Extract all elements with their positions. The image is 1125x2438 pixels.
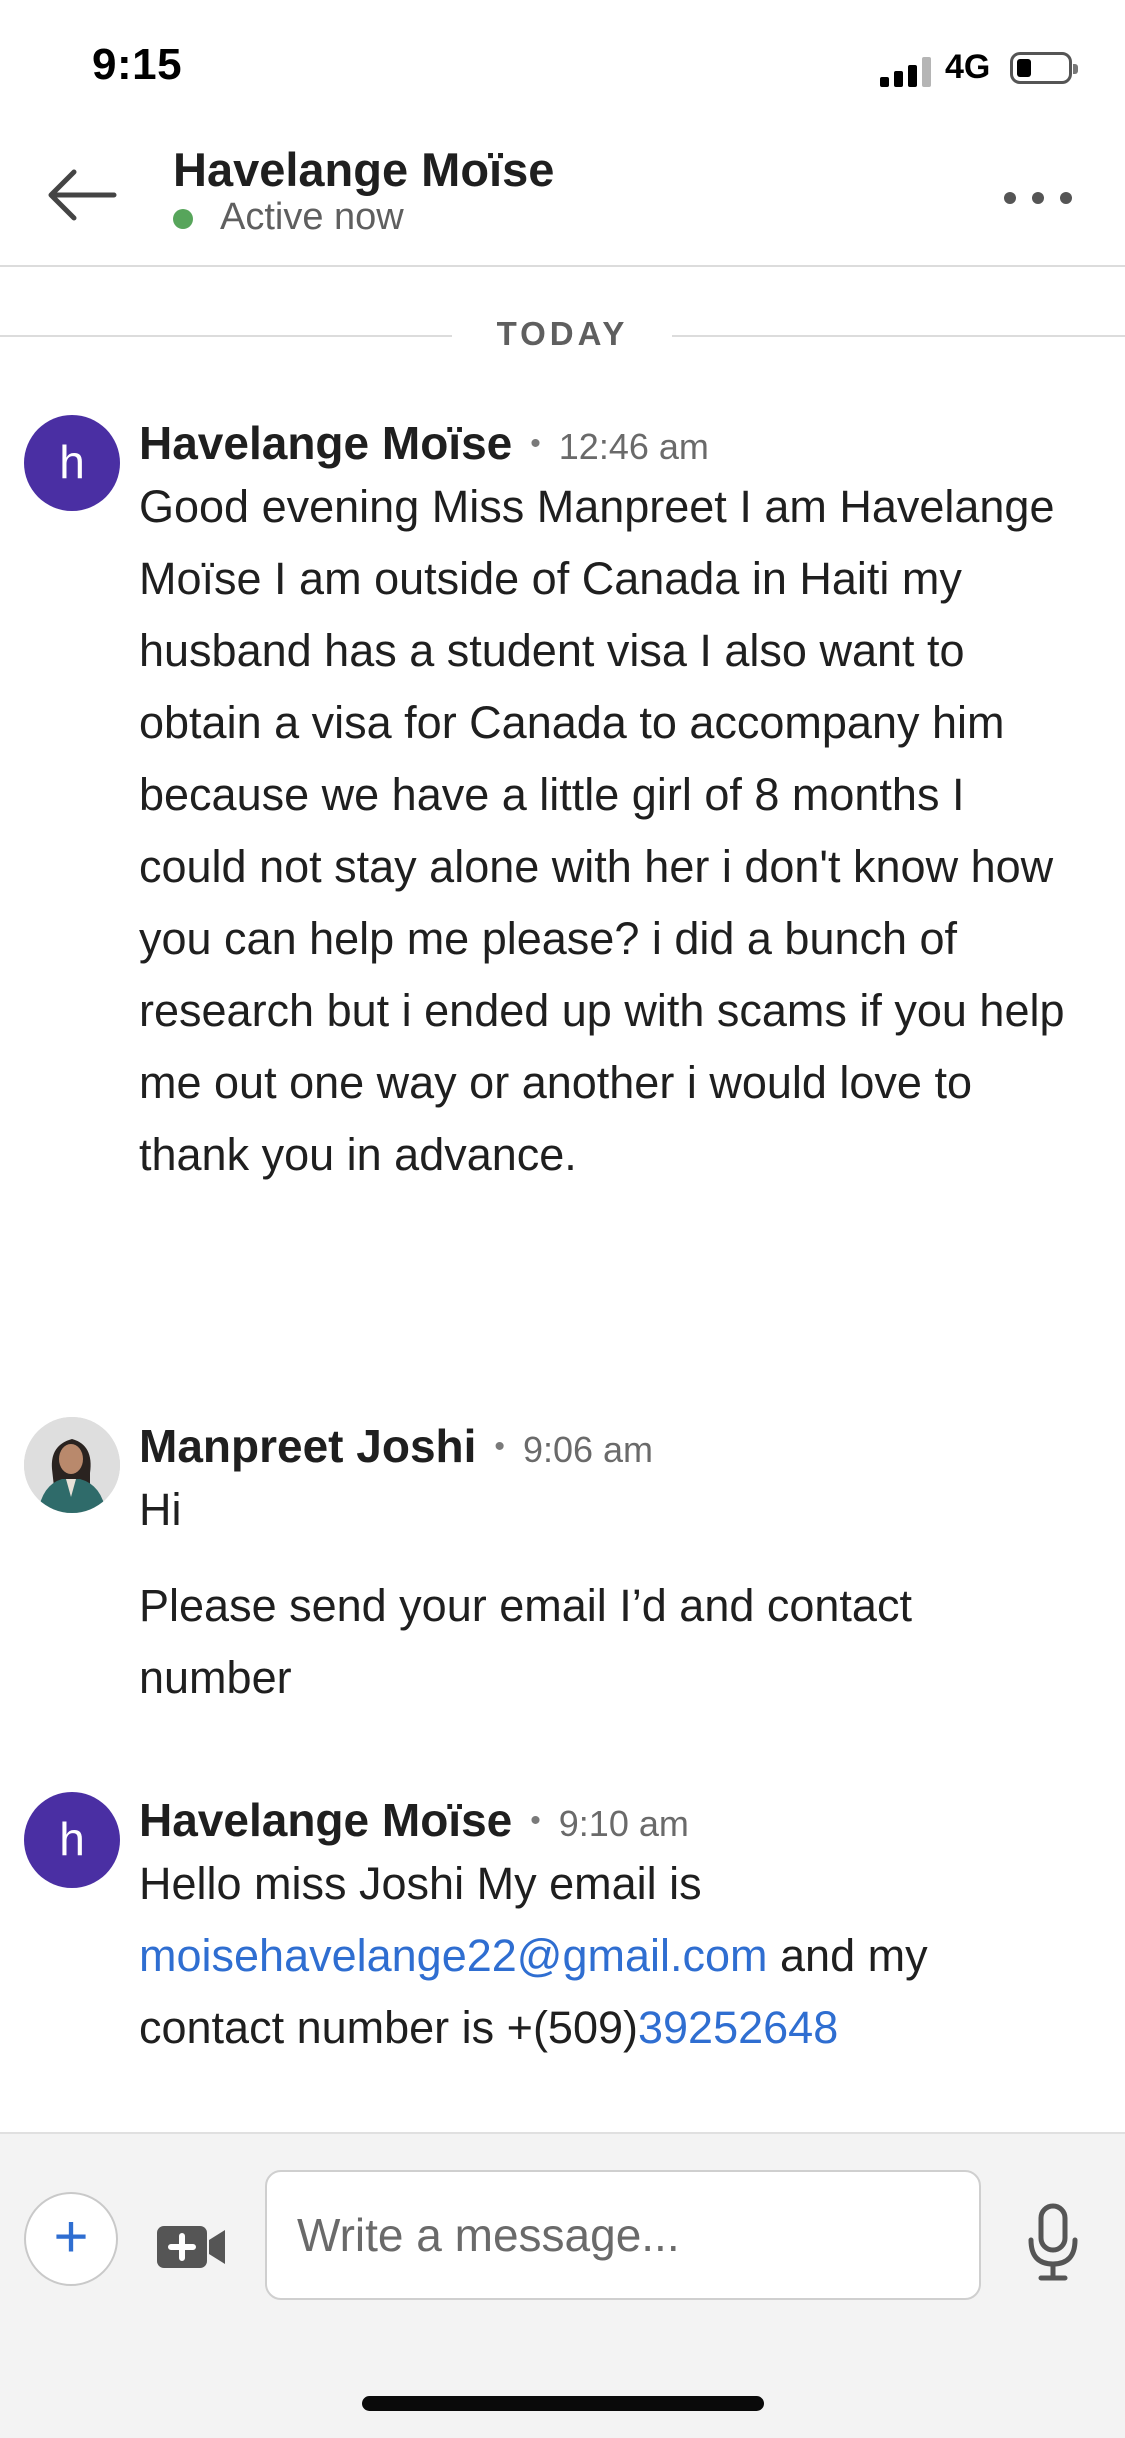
plus-icon: + <box>53 2203 89 2270</box>
avatar[interactable] <box>24 1417 120 1513</box>
avatar[interactable]: h <box>24 1792 120 1888</box>
status-bar: 9:15 4G <box>0 0 1125 130</box>
message-time: 9:06 am <box>522 1429 654 1470</box>
sender-name[interactable]: Havelange Moïse <box>139 1794 512 1846</box>
message-header: Havelange Moïse • 9:10 am <box>139 1794 689 1846</box>
email-link[interactable]: moisehavelange22@gmail.com <box>139 1930 768 1981</box>
message-text: Hi <box>139 1484 182 1535</box>
profile-photo-icon <box>24 1417 120 1513</box>
status-time: 9:15 <box>92 40 183 89</box>
message-header: Manpreet Joshi • 9:06 am <box>139 1420 654 1472</box>
active-status-text: Active now <box>220 196 404 238</box>
signal-icon <box>880 55 936 87</box>
home-indicator <box>362 2396 764 2411</box>
message-header: Havelange Moïse • 12:46 am <box>139 417 709 469</box>
avatar[interactable]: h <box>24 415 120 511</box>
network-type: 4G <box>945 48 991 86</box>
back-arrow-icon <box>48 169 117 221</box>
sender-name[interactable]: Havelange Moïse <box>139 417 512 469</box>
contact-name[interactable]: Havelange Moïse <box>173 142 554 197</box>
more-options-button[interactable] <box>1004 178 1078 218</box>
message-composer: + <box>0 2132 1125 2438</box>
video-message-button[interactable] <box>155 2222 227 2272</box>
active-status-dot <box>173 209 193 229</box>
microphone-icon <box>1028 2203 1078 2281</box>
message-input[interactable] <box>265 2170 981 2300</box>
message-text: Hello miss Joshi My email is moisehavela… <box>139 1858 928 2053</box>
message-text: Please send your email I’d and contact n… <box>139 1580 912 1703</box>
message-time: 12:46 am <box>558 426 709 467</box>
phone-link[interactable]: 39252648 <box>638 2002 838 2053</box>
back-button[interactable] <box>44 160 124 230</box>
date-divider-label: TODAY <box>496 315 629 352</box>
conversation-header: Havelange Moïse Active now <box>0 130 1125 267</box>
video-camera-icon <box>157 2226 225 2268</box>
battery-icon <box>1010 52 1078 84</box>
message-time: 9:10 am <box>558 1803 689 1844</box>
message-text: Good evening Miss Manpreet I am Havelang… <box>139 481 1065 1180</box>
add-attachment-button[interactable]: + <box>24 2192 118 2286</box>
voice-message-button[interactable] <box>1025 2202 1081 2282</box>
sender-name[interactable]: Manpreet Joshi <box>139 1420 476 1472</box>
date-divider: TODAY <box>0 305 1125 361</box>
more-icon <box>1004 192 1016 204</box>
